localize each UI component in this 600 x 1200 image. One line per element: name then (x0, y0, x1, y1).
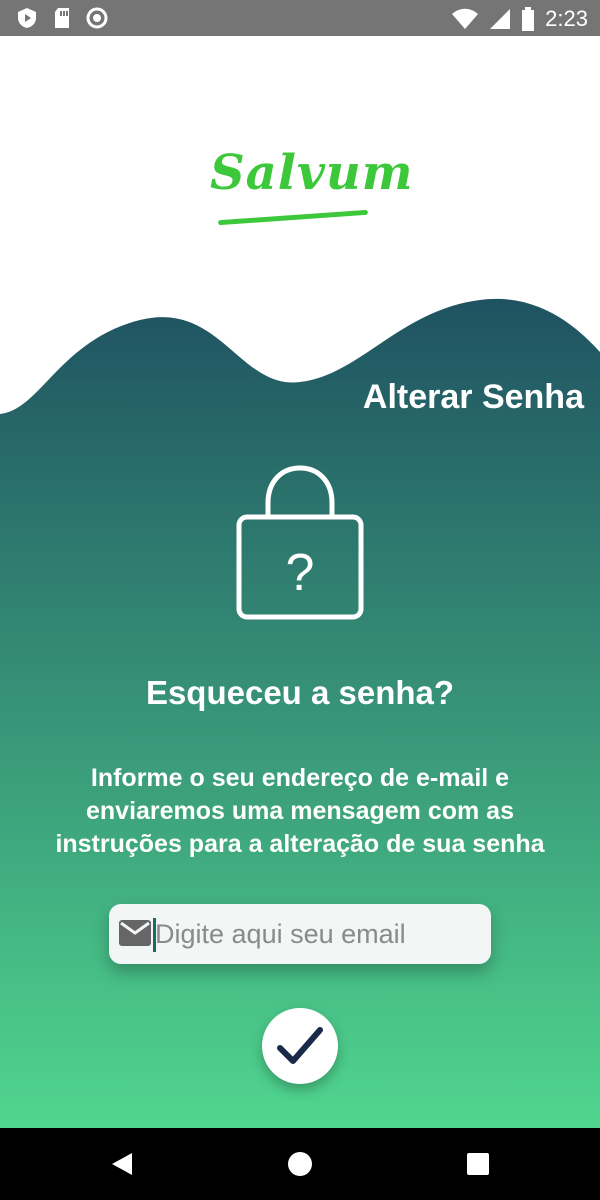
sd-card-icon (52, 7, 72, 29)
home-icon (288, 1152, 312, 1176)
forgot-password-heading: Esqueceu a senha? (145, 674, 455, 711)
email-field[interactable] (109, 904, 491, 964)
confirm-button[interactable] (262, 1008, 338, 1084)
back-icon (112, 1153, 132, 1175)
logo-underline (218, 209, 368, 226)
wifi-icon (451, 8, 479, 30)
checkmark-icon (277, 1027, 323, 1064)
back-button[interactable] (82, 1128, 162, 1200)
navigation-bar (0, 1128, 600, 1200)
page-title: Alterar Senha (362, 378, 584, 416)
play-protect-icon (16, 7, 38, 29)
recents-button[interactable] (438, 1128, 518, 1200)
status-time: 2:23 (545, 6, 588, 31)
battery-icon (521, 7, 535, 31)
status-bar: 2:23 (0, 0, 600, 36)
logo-text: Salvum (210, 145, 414, 201)
mail-icon (119, 920, 151, 946)
home-button[interactable] (260, 1128, 340, 1200)
signal-icon (489, 8, 511, 30)
lock-question-icon: ? (236, 465, 364, 620)
svg-text:?: ? (286, 544, 315, 602)
salvum-logo: Salvum (210, 145, 414, 235)
recents-icon (467, 1153, 489, 1175)
instructions-line: Informe o seu endereço de e-mail e (90, 764, 510, 792)
instructions-text: Informe o seu endereço de e-mail e envia… (30, 762, 570, 861)
instructions-line: enviaremos uma mensagem com as (86, 797, 514, 825)
email-input[interactable] (155, 904, 485, 964)
instructions-line: instruções para a alteração de sua senha (55, 830, 545, 858)
sync-circle-icon (86, 7, 108, 29)
